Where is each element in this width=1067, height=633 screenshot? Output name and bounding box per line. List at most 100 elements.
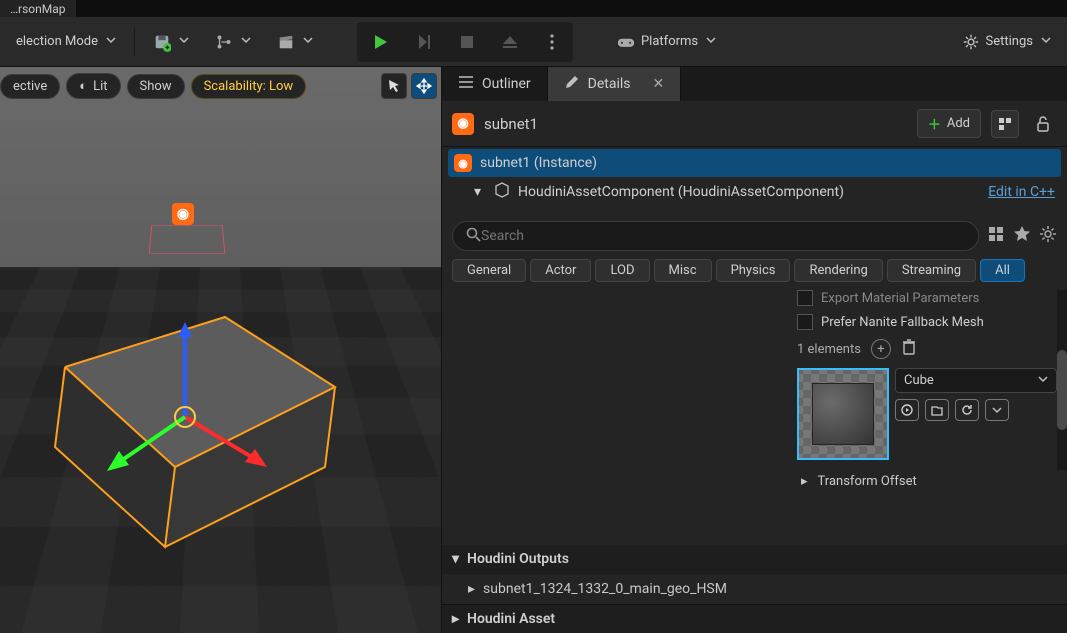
list-icon <box>458 75 474 93</box>
translate-tool-button[interactable] <box>411 73 437 99</box>
gear-icon[interactable] <box>1039 225 1057 247</box>
branch-icon <box>215 33 233 51</box>
expand-button[interactable] <box>985 399 1009 421</box>
filter-chip-all[interactable]: All <box>980 259 1025 282</box>
filter-chip-lod[interactable]: LOD <box>595 259 649 282</box>
close-icon[interactable]: ✕ <box>652 76 664 92</box>
filter-chip-rendering[interactable]: Rendering <box>794 259 882 282</box>
houdini-icon: ◉ <box>452 113 474 135</box>
star-icon[interactable] <box>1013 225 1031 247</box>
actor-bounds-wire <box>149 225 226 253</box>
chevron-down-icon <box>106 34 116 49</box>
add-label: Add <box>947 116 970 131</box>
save-icon <box>153 33 171 51</box>
houdini-icon: ◉ <box>172 203 194 225</box>
filter-chip-physics[interactable]: Physics <box>716 259 791 282</box>
level-tab-strip: …rsonMap <box>0 0 1067 17</box>
play-options-button[interactable] <box>533 24 571 60</box>
chevron-down-icon <box>241 34 251 49</box>
component-tree: ◉ subnet1 (Instance) ▾ HoudiniAssetCompo… <box>442 147 1067 213</box>
selection-mode-dropdown[interactable]: election Mode <box>4 24 128 60</box>
collapse-triangle-icon: ▸ <box>452 611 459 627</box>
collapse-triangle-icon: ▸ <box>468 581 475 597</box>
transform-offset-row[interactable]: ▸ Transform Offset <box>797 468 1057 495</box>
actor-name-label: subnet1 <box>484 115 907 133</box>
check-prefer-nanite[interactable]: Prefer Nanite Fallback Mesh <box>797 314 1057 330</box>
filter-chip-misc[interactable]: Misc <box>654 259 712 282</box>
blueprint-button[interactable] <box>991 110 1019 138</box>
mesh-thumbnail[interactable] <box>797 368 889 460</box>
tab-details-label: Details <box>588 76 631 92</box>
level-tab[interactable]: …rsonMap <box>0 0 76 17</box>
use-selected-button[interactable] <box>895 399 919 421</box>
tab-outliner[interactable]: Outliner <box>442 67 548 101</box>
elements-count-label: 1 elements <box>797 342 861 357</box>
step-button[interactable] <box>403 24 445 60</box>
output-row[interactable]: ▸ subnet1_1324_1332_0_main_geo_HSM <box>442 573 1067 604</box>
cinematics-button[interactable] <box>265 24 325 60</box>
section-outputs-label: Houdini Outputs <box>467 551 569 567</box>
details-search-input-wrap[interactable] <box>452 221 979 251</box>
houdini-icon: ◉ <box>454 154 472 172</box>
output-row-label: subnet1_1324_1332_0_main_geo_HSM <box>483 581 727 597</box>
component-row-root[interactable]: ◉ subnet1 (Instance) <box>448 149 1061 177</box>
checkbox[interactable] <box>797 290 813 306</box>
add-element-button[interactable]: + <box>871 339 891 359</box>
pencil-icon <box>564 74 580 94</box>
viewport-scalability-button[interactable]: Scalability: Low <box>191 74 307 99</box>
chevron-down-icon <box>1041 34 1051 49</box>
filter-chip-actor[interactable]: Actor <box>530 259 591 282</box>
grid-icon[interactable] <box>987 225 1005 247</box>
lock-button[interactable] <box>1029 110 1057 138</box>
mesh-dropdown[interactable]: Cube <box>895 368 1057 393</box>
component-row-child[interactable]: ▾ HoudiniAssetComponent (HoudiniAssetCom… <box>448 177 1061 207</box>
elements-count-row: 1 elements + <box>797 338 1057 360</box>
details-header: ◉ subnet1 ＋ Add <box>442 101 1067 147</box>
add-component-button[interactable]: ＋ Add <box>917 109 981 138</box>
section-houdini-outputs[interactable]: ▾ Houdini Outputs <box>442 545 1067 573</box>
collapse-triangle-icon[interactable]: ▾ <box>474 184 486 200</box>
check-export-mat[interactable]: Export Material Parameters <box>797 290 1057 306</box>
selection-mode-label: election Mode <box>16 34 98 49</box>
component-icon <box>494 182 510 202</box>
checkbox[interactable] <box>797 314 813 330</box>
eject-button[interactable] <box>489 24 531 60</box>
chevron-down-icon <box>303 34 313 49</box>
tab-details[interactable]: Details ✕ <box>548 67 682 101</box>
filter-chip-general[interactable]: General <box>452 259 526 282</box>
settings-dropdown[interactable]: Settings <box>950 24 1063 60</box>
transform-offset-label: Transform Offset <box>818 474 917 489</box>
gear-icon <box>962 33 980 51</box>
viewport-show-dropdown[interactable]: Show <box>127 74 185 99</box>
section-houdini-asset[interactable]: ▸ Houdini Asset <box>442 604 1067 633</box>
platforms-dropdown[interactable]: Platforms <box>605 24 728 60</box>
reset-button[interactable] <box>955 399 979 421</box>
mesh-dropdown-label: Cube <box>904 373 934 388</box>
main-toolbar: election Mode <box>0 17 1067 67</box>
edit-cpp-link[interactable]: Edit in C++ <box>988 184 1055 200</box>
trash-icon[interactable] <box>901 338 917 360</box>
browse-asset-button[interactable] <box>925 399 949 421</box>
viewport-projection-dropdown[interactable]: ective <box>0 74 60 99</box>
stop-button[interactable] <box>447 24 487 60</box>
viewport-lit-dropdown[interactable]: ◐Lit <box>66 73 120 99</box>
chevron-down-icon <box>706 34 716 49</box>
component-child-label: HoudiniAssetComponent (HoudiniAssetCompo… <box>518 184 844 200</box>
scrollbar-thumb[interactable] <box>1057 350 1067 430</box>
globe-icon: ◐ <box>79 78 87 94</box>
panel-tabs: Outliner Details ✕ <box>442 67 1067 101</box>
section-asset-label: Houdini Asset <box>467 611 555 627</box>
play-button[interactable] <box>359 24 401 60</box>
collapse-triangle-icon: ▸ <box>801 474 808 489</box>
details-search-input[interactable] <box>481 228 966 244</box>
viewport[interactable]: ective ◐Lit Show Scalability: Low ◉ <box>0 67 442 633</box>
source-control-button[interactable] <box>203 24 263 60</box>
component-root-label: subnet1 (Instance) <box>480 155 597 171</box>
check-export-mat-label: Export Material Parameters <box>821 291 979 306</box>
properties-body: Export Material Parameters Prefer Nanite… <box>442 290 1067 633</box>
plus-icon: ＋ <box>928 114 941 133</box>
filter-chip-streaming[interactable]: Streaming <box>887 259 976 282</box>
selected-cube-outline <box>35 297 365 557</box>
select-tool-button[interactable] <box>381 73 407 99</box>
save-button[interactable] <box>141 24 201 60</box>
